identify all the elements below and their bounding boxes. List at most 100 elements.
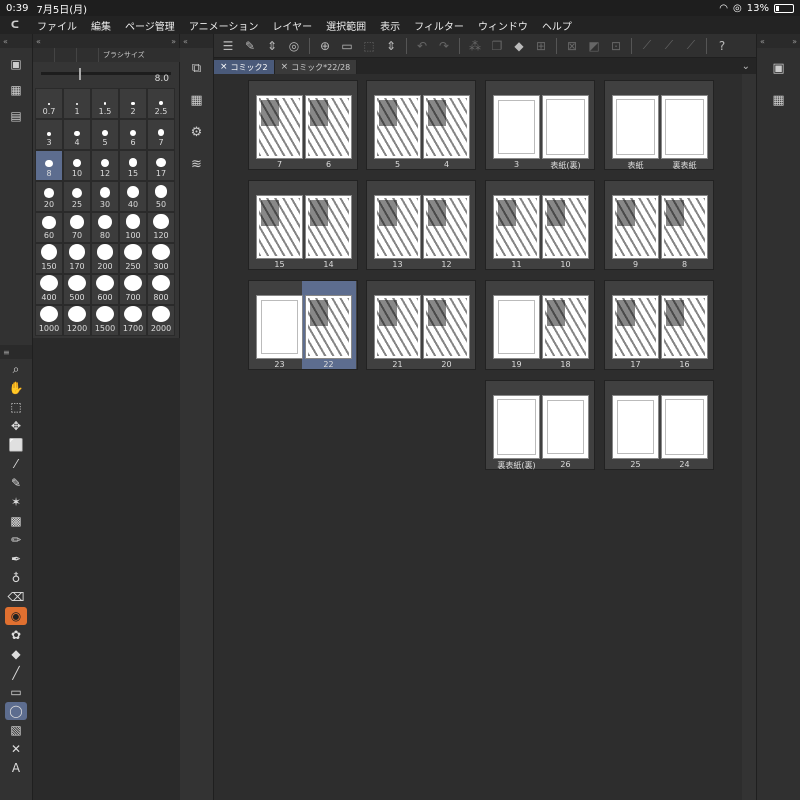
menu-icon[interactable]: ☰ — [218, 37, 238, 55]
brush-size-cell[interactable]: 10 — [63, 150, 91, 181]
redo-icon[interactable]: ↷ — [434, 37, 454, 55]
brush-size-cell[interactable]: 120 — [147, 212, 175, 243]
brush-size-cell[interactable]: 3 — [35, 119, 63, 150]
pen-tool-icon[interactable]: ✎ — [5, 474, 27, 492]
page-thumbnail[interactable] — [305, 95, 352, 159]
brush-size-cell[interactable]: 80 — [91, 212, 119, 243]
brush-size-cell[interactable]: 600 — [91, 274, 119, 305]
brush-size-tab[interactable]: ブラシサイズ — [99, 50, 145, 60]
brush-size-cell[interactable]: 25 — [63, 181, 91, 212]
collapse-icon[interactable]: « — [760, 37, 765, 46]
brush-size-cell[interactable]: 6 — [119, 119, 147, 150]
brush-tab-1[interactable] — [33, 48, 55, 62]
collapse-icon[interactable]: « — [183, 37, 188, 46]
menu-filter[interactable]: フィルター — [407, 18, 471, 33]
brush-size-value[interactable]: 8.0 — [155, 74, 169, 84]
brush-size-cell[interactable]: 30 — [91, 181, 119, 212]
expand-icon[interactable]: » — [792, 37, 797, 46]
brush-size-cell[interactable]: 100 — [119, 212, 147, 243]
page-thumbnail[interactable] — [374, 95, 421, 159]
hand-tool-icon[interactable]: ✋ — [5, 379, 27, 397]
page-thumbnail[interactable] — [542, 295, 589, 359]
calendar-icon[interactable]: ▦ — [767, 88, 791, 112]
menu-window[interactable]: ウィンドウ — [471, 18, 535, 33]
collapse-icon[interactable]: » — [171, 37, 176, 46]
brush-size-cell[interactable]: 1500 — [91, 305, 119, 336]
page-thumbnail[interactable] — [256, 295, 303, 359]
menu-file[interactable]: ファイル — [30, 18, 84, 33]
edit-icon[interactable]: ✎ — [240, 37, 260, 55]
page-spread[interactable]: 13 12 — [366, 180, 476, 270]
page-thumbnail[interactable] — [661, 395, 708, 459]
collapse-icon[interactable]: « — [3, 37, 8, 46]
brush-size-cell[interactable]: 60 — [35, 212, 63, 243]
page-thumbnail[interactable] — [612, 195, 659, 259]
grip-icon[interactable]: ≡ — [3, 348, 10, 357]
brush-size-cell[interactable]: 200 — [91, 243, 119, 274]
zoom-tool-icon[interactable]: ⌕ — [5, 360, 27, 378]
frame-tool-icon[interactable]: ▭ — [5, 683, 27, 701]
brush-size-cell[interactable]: 7 — [147, 119, 175, 150]
brush-size-cell[interactable]: 1.5 — [91, 88, 119, 119]
page-thumbnail[interactable] — [493, 95, 540, 159]
page-thumbnail[interactable] — [374, 195, 421, 259]
page-spread[interactable]: 表紙 裏表紙 — [604, 80, 714, 170]
brush-size-cell[interactable]: 150 — [35, 243, 63, 274]
page-thumbnail[interactable] — [493, 295, 540, 359]
page-spread[interactable]: 54 — [366, 80, 476, 170]
brush-size-cell[interactable]: 4 — [63, 119, 91, 150]
ruler-icon[interactable]: ⟋ — [637, 37, 657, 55]
brush-size-cell[interactable]: 50 — [147, 181, 175, 212]
page-thumbnail[interactable] — [305, 295, 352, 359]
move-tool-icon[interactable]: ✥ — [5, 417, 27, 435]
sort-icon[interactable]: ⇕ — [262, 37, 282, 55]
deselect-icon[interactable]: ⊠ — [562, 37, 582, 55]
page-thumbnail[interactable] — [305, 195, 352, 259]
new-icon[interactable]: ⊕ — [315, 37, 335, 55]
open-icon[interactable]: ▭ — [337, 37, 357, 55]
tab-comic2[interactable]: × コミック2 — [214, 60, 275, 74]
menu-selection[interactable]: 選択範囲 — [319, 18, 373, 33]
brush-size-cell[interactable]: 1700 — [119, 305, 147, 336]
brush-size-slider-knob[interactable] — [79, 68, 81, 80]
page-thumbnail[interactable] — [661, 95, 708, 159]
menu-animation[interactable]: アニメーション — [182, 18, 266, 33]
tone-tool-icon[interactable]: ▩ — [5, 512, 27, 530]
page-thumbnail[interactable] — [423, 195, 470, 259]
brush-size-cell[interactable]: 500 — [63, 274, 91, 305]
help-icon[interactable]: ? — [712, 37, 732, 55]
brush-size-cell[interactable]: 40 — [119, 181, 147, 212]
brush-size-cell[interactable]: 1200 — [63, 305, 91, 336]
close-icon[interactable]: × — [281, 62, 289, 72]
page-thumbnail[interactable] — [661, 295, 708, 359]
selection-tool-icon[interactable]: ⬜ — [5, 436, 27, 454]
layers-icon[interactable]: ≋ — [185, 152, 209, 176]
clip-studio-icon[interactable]: ◎ — [284, 37, 304, 55]
tab-comic-page[interactable]: × コミック*22/28 — [274, 60, 358, 74]
balloon-tool-icon[interactable]: ◯ — [5, 702, 27, 720]
blend-tool-icon[interactable]: ◉ — [5, 607, 27, 625]
save-icon[interactable]: ⬚ — [359, 37, 379, 55]
menu-layer[interactable]: レイヤー — [265, 18, 319, 33]
decoration-tool-icon[interactable]: ✿ — [5, 626, 27, 644]
pencil-tool-icon[interactable]: ✏ — [5, 531, 27, 549]
transform-icon[interactable]: ⊞ — [531, 37, 551, 55]
page-thumbnail[interactable] — [542, 95, 589, 159]
page-spread[interactable]: 3 表紙(裏) — [485, 80, 595, 170]
preview-icon[interactable]: ▣ — [767, 56, 791, 80]
page-thumbnail[interactable] — [493, 395, 540, 459]
page-thumbnail[interactable] — [542, 395, 589, 459]
brush-size-cell[interactable]: 2.5 — [147, 88, 175, 119]
ruler-tool-icon[interactable]: ✕ — [5, 740, 27, 758]
page-thumbnail[interactable] — [612, 95, 659, 159]
page-spread[interactable]: 25 24 — [604, 380, 714, 470]
sub-view-icon[interactable]: ▦ — [6, 80, 26, 100]
page-spread[interactable]: 76 — [248, 80, 358, 170]
airbrush-tool-icon[interactable]: ♁ — [5, 569, 27, 587]
brush-size-cell[interactable]: 1000 — [35, 305, 63, 336]
crop-icon[interactable]: ⊡ — [606, 37, 626, 55]
object-tool-icon[interactable]: ⬚ — [5, 398, 27, 416]
page-thumbnail[interactable] — [423, 295, 470, 359]
brush-size-cell[interactable]: 800 — [147, 274, 175, 305]
brush-size-cell[interactable]: 1 — [63, 88, 91, 119]
